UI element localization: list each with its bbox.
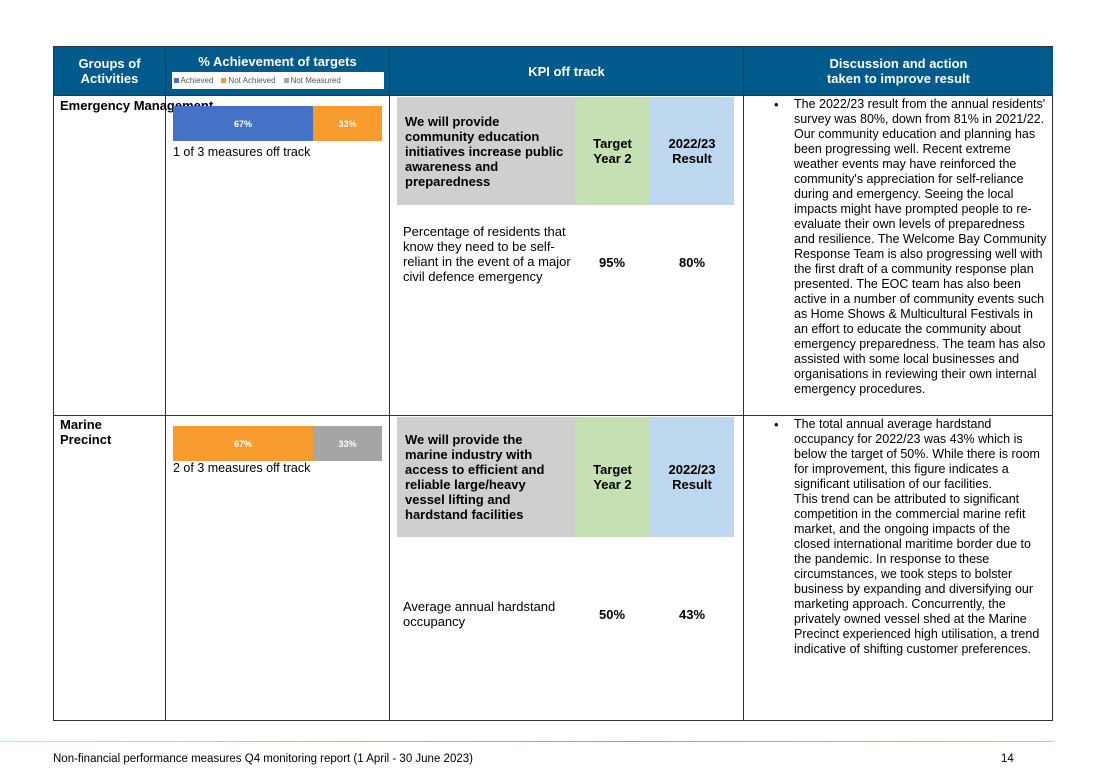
header-groups-of-activities: Groups of Activities <box>54 47 165 95</box>
header-col1-text: Groups of Activities <box>78 56 141 86</box>
group-name-marine-precinct: Marine Precinct <box>60 417 120 447</box>
target-label-row-2: Target Year 2 <box>575 417 650 537</box>
header-col2-text: % Achievement of targets <box>198 53 357 69</box>
header-col4-line2: taken to improve result <box>826 71 971 86</box>
group-name-marine-precinct-text: Marine Precinct <box>60 417 112 447</box>
target-label-text-row-1: Target Year 2 <box>593 136 632 166</box>
legend-achieved-swatch <box>173 77 179 83</box>
bar-segment-not-achieved: 33% <box>313 106 382 141</box>
achievement-bar-row-1: 67% 33% <box>173 106 382 141</box>
measures-off-track-row-2: 2 of 3 measures off track <box>173 461 311 475</box>
header-discussion: Discussion and action taken to improve r… <box>744 47 1053 95</box>
kpi-description-row-2: Average annual hardstand occupancy <box>403 599 556 629</box>
result-value-row-2: 43% <box>678 607 706 622</box>
target-label-row-1: Target Year 2 <box>575 97 650 205</box>
legend-not-measured-label: Not Measured <box>290 75 341 85</box>
result-label-text-row-1: 2022/23 Result <box>668 136 716 166</box>
header-achievement: % Achievement of targets Achieved Not Ac… <box>166 47 389 95</box>
bullet-icon: • <box>774 97 779 112</box>
page-number: 14 <box>1001 753 1014 765</box>
performance-table: Groups of Activities % Achievement of ta… <box>53 46 1053 721</box>
discussion-text-row-1: The 2022/23 result from the annual resid… <box>794 97 1047 396</box>
column-divider <box>389 47 390 720</box>
result-label-row-1: 2022/23 Result <box>650 97 734 205</box>
discussion-row-1: • The 2022/23 result from the annual res… <box>774 97 1049 397</box>
target-value-row-1: 95% <box>598 255 626 270</box>
target-value-row-2: 50% <box>598 607 626 622</box>
header-divider <box>54 95 1052 96</box>
discussion-text-row-2: The total annual average hardstand occup… <box>794 417 1040 656</box>
column-divider <box>165 47 166 720</box>
target-label-text-row-2: Target Year 2 <box>593 462 632 492</box>
row-divider <box>54 415 1052 416</box>
kpi-description-row-1: Percentage of residents that know they n… <box>403 224 571 284</box>
kpi-header-row-1: We will provide community education init… <box>397 97 734 205</box>
result-label-text-row-2: 2022/23 Result <box>668 462 716 492</box>
kpi-header-row-2: We will provide the marine industry with… <box>397 417 734 537</box>
bar-segment-not-measured: 33% <box>313 426 382 461</box>
legend-achieved-label: Achieved <box>180 75 214 85</box>
discussion-row-2: • The total annual average hardstand occ… <box>774 417 1049 657</box>
footer-divider <box>0 741 1053 742</box>
kpi-title-row-2: We will provide the marine industry with… <box>397 417 575 537</box>
legend-not-achieved: Not Achieved <box>221 73 276 88</box>
legend-not-measured: Not Measured <box>283 73 341 88</box>
result-value-row-1: 80% <box>678 255 706 270</box>
column-divider <box>743 47 744 720</box>
header-col3-text: KPI off track <box>528 63 605 79</box>
measures-off-track-row-1: 1 of 3 measures off track <box>173 145 311 159</box>
legend-not-achieved-swatch <box>221 77 227 83</box>
bullet-icon: • <box>774 417 779 432</box>
achievement-bar-row-2: 67% 33% <box>173 426 382 461</box>
header-kpi-off-track: KPI off track <box>390 47 743 95</box>
legend-not-measured-swatch <box>283 77 289 83</box>
bar-segment-not-achieved: 67% <box>173 426 314 461</box>
achievement-legend: Achieved Not Achieved Not Measured <box>171 71 384 89</box>
bar-segment-achieved: 67% <box>173 106 314 141</box>
result-label-row-2: 2022/23 Result <box>650 417 734 537</box>
footer-text: Non-financial performance measures Q4 mo… <box>53 753 473 765</box>
legend-achieved: Achieved <box>173 73 214 88</box>
legend-not-achieved-label: Not Achieved <box>228 75 276 85</box>
header-col4-line1: Discussion and action <box>829 56 968 71</box>
kpi-title-row-1: We will provide community education init… <box>397 97 575 205</box>
